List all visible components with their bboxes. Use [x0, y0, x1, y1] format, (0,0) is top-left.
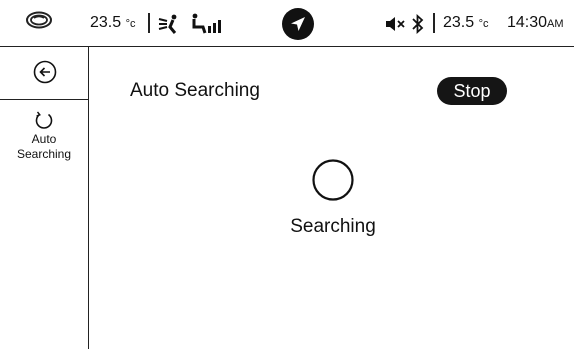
- airflow-icon[interactable]: [158, 14, 182, 34]
- refresh-icon: [35, 111, 53, 129]
- status-divider: [433, 13, 435, 33]
- navigation-icon[interactable]: [281, 7, 315, 41]
- searching-spinner-icon: [312, 159, 354, 201]
- bluetooth-icon[interactable]: [412, 14, 424, 34]
- status-divider: [148, 13, 150, 33]
- sidebar-item-auto-searching[interactable]: Auto Searching: [0, 109, 88, 162]
- right-temp-unit: °c: [478, 18, 489, 30]
- sidebar: Auto Searching: [0, 47, 89, 349]
- clock-time: 14:30: [507, 14, 548, 31]
- left-temp-unit: °c: [125, 18, 136, 30]
- left-temp-value: 23.5: [90, 14, 122, 31]
- status-bar: 23.5 °c 23.5 °c 14:30AM: [0, 0, 574, 47]
- right-temperature[interactable]: 23.5 °c: [443, 14, 489, 33]
- clock-ampm: AM: [547, 18, 564, 30]
- seat-heat-icon[interactable]: [190, 13, 224, 35]
- sidebar-item-label-line1: Auto: [31, 132, 57, 146]
- mute-icon[interactable]: [385, 17, 407, 31]
- brand-logo-icon: [26, 11, 52, 29]
- right-temp-value: 23.5: [443, 14, 475, 31]
- left-temperature[interactable]: 23.5 °c: [90, 14, 136, 33]
- stop-button[interactable]: Stop: [437, 77, 507, 105]
- searching-status-text: Searching: [290, 216, 376, 237]
- page-title: Auto Searching: [130, 80, 260, 101]
- back-arrow-icon: [33, 60, 57, 84]
- screen: 23.5 °c 23.5 °c 14:30AM Auto Searching A…: [0, 0, 574, 349]
- clock: 14:30AM: [507, 14, 564, 33]
- sidebar-item-label-line2: Searching: [16, 147, 72, 161]
- back-button[interactable]: [0, 47, 88, 100]
